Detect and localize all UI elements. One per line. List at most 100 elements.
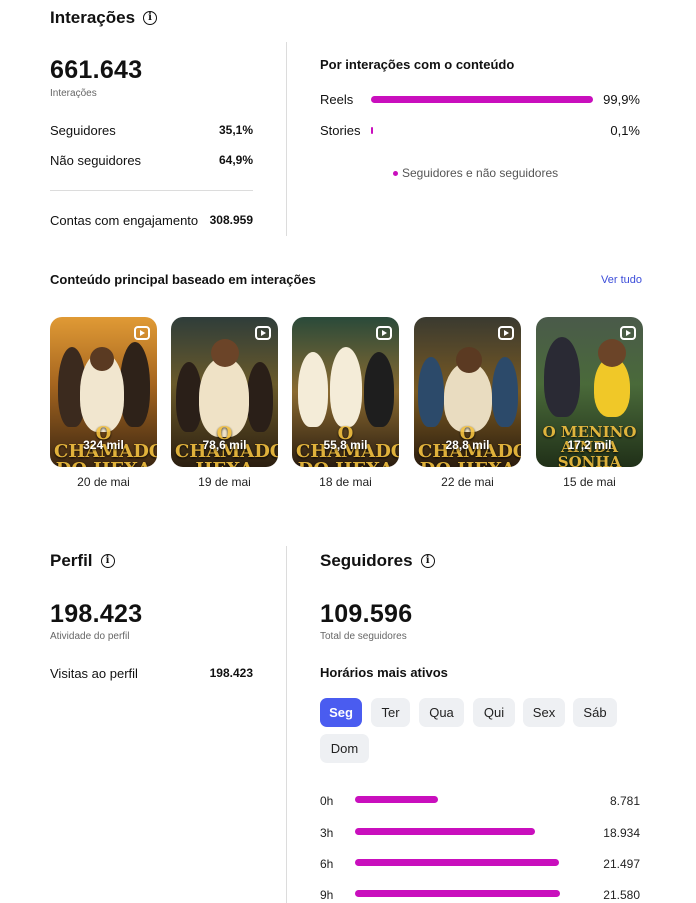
content-count: 17,2 mil (567, 438, 612, 452)
hour-label: 3h (320, 826, 334, 840)
hour-label: 6h (320, 857, 334, 871)
reel-icon (255, 326, 271, 340)
legend-label: Seguidores e não seguidores (402, 166, 559, 180)
hour-value: 8.781 (609, 794, 640, 808)
engaged-label: Contas com engajamento (50, 213, 199, 228)
figure (456, 347, 482, 373)
figure (120, 342, 150, 427)
figure (492, 357, 518, 427)
legend-dot-icon (393, 170, 398, 176)
profile-visits-value: 198.423 (209, 666, 253, 680)
hour-value: 21.497 (603, 857, 640, 871)
content-card[interactable]: O CHAMADO DO HEXA 28,8 mil 22 de mai (414, 317, 521, 489)
profile-title-text: Perfil (50, 551, 93, 570)
figure (90, 347, 114, 371)
profile-visits-row: Visitas ao perfil 198.423 (50, 666, 253, 681)
content-value: 0,1% (610, 123, 640, 138)
figure (330, 347, 362, 427)
followers-total-label: Total de seguidores (320, 631, 407, 642)
hour-bar-fill (355, 828, 535, 835)
content-bar (371, 127, 593, 134)
content-row-stories: Stories 0,1% (320, 123, 640, 138)
non-followers-pct: 64,9% (218, 153, 253, 167)
interactions-title-text: Interações (50, 8, 136, 27)
content-value: 99,9% (603, 92, 640, 107)
top-content-title: Conteúdo principal baseado em interações (50, 272, 316, 287)
day-tab-sab[interactable]: Sáb (573, 698, 617, 727)
content-date: 18 de mai (319, 475, 372, 489)
engaged-value: 308.959 (209, 213, 253, 227)
content-label: Stories (320, 123, 361, 138)
content-date: 22 de mai (441, 475, 494, 489)
content-card[interactable]: O CHAMADO DO HEXA 324 mil 20 de mai (50, 317, 157, 489)
content-count: 28,8 mil (445, 438, 490, 452)
content-bar (371, 96, 593, 103)
followers-title-text: Seguidores (320, 551, 413, 570)
figure (211, 339, 239, 367)
figure (418, 357, 444, 427)
content-count: 324 mil (83, 438, 124, 452)
reel-icon (620, 326, 636, 340)
divider (50, 190, 253, 191)
reel-icon (498, 326, 514, 340)
hour-bar-fill (355, 859, 560, 866)
content-date: 19 de mai (198, 475, 251, 489)
profile-title: Perfil i (50, 551, 115, 571)
info-icon[interactable]: i (100, 554, 115, 568)
content-legend: Seguidores e não seguidores (393, 166, 558, 180)
column-divider (286, 42, 287, 236)
non-followers-label: Não seguidores (50, 153, 142, 168)
content-thumbnail[interactable]: O CHAMADO DO HEXA 55,8 mil (292, 317, 399, 467)
hour-value: 21.580 (603, 888, 640, 902)
content-card[interactable]: O CHAMADO HEXA 78,6 mil 19 de mai (171, 317, 278, 489)
content-thumbnail[interactable]: O CHAMADO HEXA 78,6 mil (171, 317, 278, 467)
figure (544, 337, 580, 417)
content-label: Reels (320, 92, 354, 107)
content-thumbnail[interactable]: O CHAMADO DO HEXA 28,8 mil (414, 317, 521, 467)
content-card[interactable]: O CHAMADO DO HEXA 55,8 mil 18 de mai (292, 317, 399, 489)
content-card[interactable]: O MENINO AINDA SONHA 17,2 mil 15 de mai (536, 317, 643, 489)
hour-bar-fill (355, 890, 560, 897)
hour-bar (355, 890, 560, 897)
content-bar-fill (371, 96, 593, 103)
profile-total: 198.423 (50, 600, 143, 628)
day-tab-sex[interactable]: Sex (523, 698, 565, 727)
day-tab-qua[interactable]: Qua (419, 698, 464, 727)
followers-label: Seguidores (50, 123, 116, 138)
hour-bar (355, 859, 560, 866)
hour-label: 0h (320, 794, 334, 808)
day-tab-dom[interactable]: Dom (320, 734, 369, 763)
hour-bar (355, 796, 560, 803)
content-date: 15 de mai (563, 475, 616, 489)
day-tab-qui[interactable]: Qui (473, 698, 515, 727)
reel-icon (134, 326, 150, 340)
column-divider (286, 546, 287, 903)
hour-bar-fill (355, 796, 439, 803)
see-all-link[interactable]: Ver tudo (601, 274, 642, 286)
hour-value: 18.934 (603, 826, 640, 840)
engaged-row: Contas com engajamento 308.959 (50, 213, 253, 228)
active-hours-title: Horários mais ativos (320, 665, 448, 680)
day-tab-ter[interactable]: Ter (371, 698, 410, 727)
followers-title: Seguidores i (320, 551, 435, 571)
non-followers-row: Não seguidores 64,9% (50, 153, 253, 168)
figure (298, 352, 328, 427)
content-count: 78,6 mil (202, 438, 247, 452)
interactions-title: Interações i (50, 8, 158, 28)
figure (247, 362, 273, 432)
content-bar-fill (371, 127, 373, 134)
reel-icon (376, 326, 392, 340)
content-thumbnail[interactable]: O CHAMADO DO HEXA 324 mil (50, 317, 157, 467)
followers-pct: 35,1% (218, 123, 253, 137)
info-icon[interactable]: i (143, 11, 158, 25)
followers-total: 109.596 (320, 600, 413, 628)
content-date: 20 de mai (77, 475, 130, 489)
content-row-reels: Reels 99,9% (320, 92, 640, 107)
content-thumbnail[interactable]: O MENINO AINDA SONHA 17,2 mil (536, 317, 643, 467)
day-tab-seg[interactable]: Seg (320, 698, 362, 727)
by-content-title: Por interações com o conteúdo (320, 57, 515, 72)
profile-total-label: Atividade do perfil (50, 631, 130, 642)
profile-visits-label: Visitas ao perfil (50, 666, 138, 681)
figure (364, 352, 394, 427)
info-icon[interactable]: i (420, 554, 435, 568)
